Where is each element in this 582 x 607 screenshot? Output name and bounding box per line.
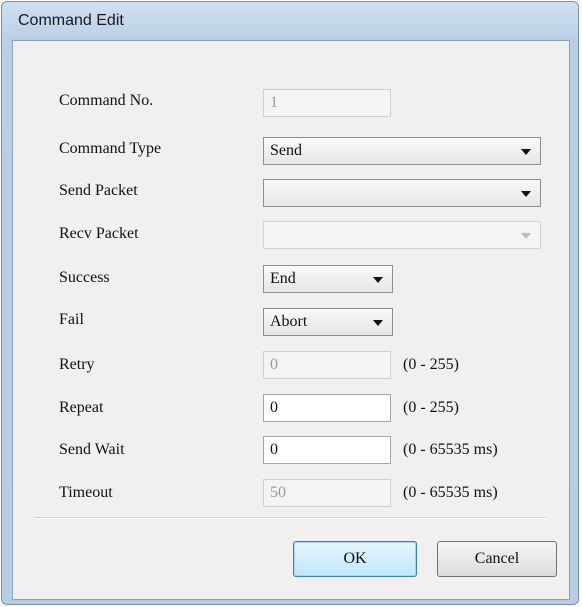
repeat-range: (0 - 255) [403,399,459,416]
fail-select[interactable]: Abort [263,308,393,336]
success-select[interactable]: End [263,265,393,293]
send-wait-label: Send Wait [59,441,125,458]
command-no-label: Command No. [59,92,154,109]
send-packet-select[interactable] [263,179,541,207]
timeout-field: 50 [263,479,391,507]
command-edit-dialog: Command Edit Command No. 1 Command Type … [1,1,579,605]
chevron-down-icon [521,149,531,155]
command-no-field: 1 [263,89,391,117]
send-packet-label: Send Packet [59,182,138,199]
dialog-body: Command No. 1 Command Type Send Send Pac… [12,40,570,600]
repeat-label: Repeat [59,399,104,416]
retry-field: 0 [263,351,391,379]
chevron-down-icon [521,191,531,197]
chevron-down-icon [373,320,383,326]
repeat-input[interactable]: 0 [263,394,391,422]
command-type-label: Command Type [59,140,162,157]
timeout-range: (0 - 65535 ms) [403,484,498,501]
chevron-down-icon [373,277,383,283]
cancel-button[interactable]: Cancel [437,541,557,577]
success-label: Success [59,269,110,286]
fail-value: Abort [270,313,308,330]
recv-packet-select [263,221,541,249]
title-bar[interactable]: Command Edit [2,2,578,40]
separator [35,517,547,519]
success-value: End [270,270,296,287]
command-type-select[interactable]: Send [263,137,541,165]
fail-label: Fail [59,311,84,328]
chevron-down-icon [521,233,531,239]
send-wait-range: (0 - 65535 ms) [403,441,498,458]
retry-range: (0 - 255) [403,356,459,373]
ok-button[interactable]: OK [293,541,417,577]
timeout-label: Timeout [59,484,113,501]
retry-label: Retry [59,356,95,373]
send-wait-input[interactable]: 0 [263,436,391,464]
window-title: Command Edit [18,12,124,29]
recv-packet-label: Recv Packet [59,225,139,242]
command-type-value: Send [270,142,302,159]
